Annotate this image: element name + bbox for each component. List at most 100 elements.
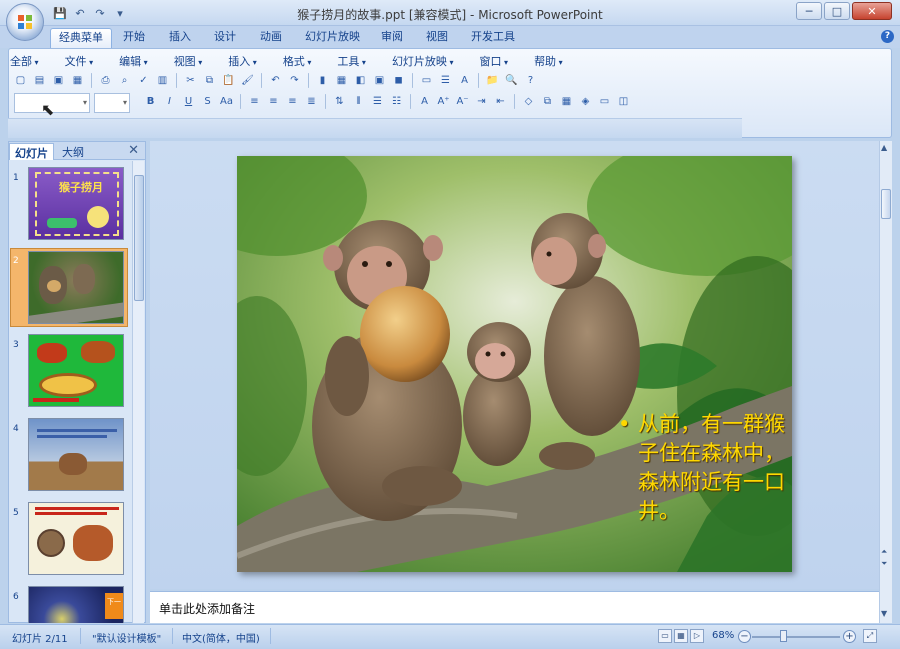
slideshow-view-icon[interactable]: ▷	[690, 629, 704, 643]
quick-styles-icon[interactable]: ▦	[558, 93, 575, 110]
slide-thumbnail-6[interactable]: 下一	[28, 586, 124, 623]
slide-sorter-icon[interactable]: ▦	[674, 629, 688, 643]
undo-icon[interactable]: ↶	[267, 72, 284, 89]
menu-format[interactable]: 格式	[283, 53, 312, 69]
pane-scrollbar[interactable]	[132, 161, 144, 623]
slide-thumbnail-4[interactable]	[28, 418, 124, 491]
cut-icon[interactable]: ✂	[182, 72, 199, 89]
menu-view[interactable]: 视图	[174, 53, 203, 69]
theme-name[interactable]: "默认设计模板"	[92, 630, 161, 645]
outdent-icon[interactable]: ⇤	[492, 93, 509, 110]
language-indicator[interactable]: 中文(简体，中国)	[182, 630, 260, 645]
picture-icon[interactable]: ▣	[371, 72, 388, 89]
normal-view-icon[interactable]: ▭	[658, 629, 672, 643]
bullets-icon[interactable]: ☰	[369, 93, 386, 110]
slide-thumbnail-2[interactable]	[28, 251, 124, 324]
increase-font-icon[interactable]: A⁺	[435, 93, 452, 110]
slide-bullet-text[interactable]: • 从前，有一群猴子住在森林中，森林附近有一口井。	[618, 410, 790, 526]
align-right-icon[interactable]: ≡	[284, 93, 301, 110]
permission-icon[interactable]: ▦	[69, 72, 86, 89]
layout-icon[interactable]: ☰	[437, 72, 454, 89]
pane-close-icon[interactable]: ✕	[128, 143, 139, 158]
tab-slideshow[interactable]: 幻灯片放映	[297, 28, 368, 48]
menu-help[interactable]: 帮助	[534, 53, 563, 69]
format-painter-icon[interactable]: 🖌	[239, 72, 256, 89]
slide-thumbnail-5[interactable]	[28, 502, 124, 575]
save-icon[interactable]: ▣	[50, 72, 67, 89]
columns-icon[interactable]: ⫴	[350, 93, 367, 110]
zoom-slider[interactable]	[752, 636, 840, 638]
zoom-icon[interactable]: 🔍	[503, 72, 520, 89]
tab-view[interactable]: 视图	[418, 28, 456, 48]
chart-icon[interactable]: ▮	[314, 72, 331, 89]
new-slide-icon[interactable]: ▭	[418, 72, 435, 89]
next-slide-icon[interactable]: ⏷	[881, 559, 887, 569]
italic-icon[interactable]: I	[161, 93, 178, 110]
slide-vertical-scrollbar[interactable]: ▲ ⏶ ⏷ ▼	[879, 141, 892, 623]
menu-file[interactable]: 文件	[65, 53, 94, 69]
text-direction-icon[interactable]: ⇅	[331, 93, 348, 110]
tab-design[interactable]: 设计	[206, 28, 244, 48]
menu-edit[interactable]: 编辑	[119, 53, 148, 69]
font-color-box-icon[interactable]: A	[456, 72, 473, 89]
decrease-font-icon[interactable]: A⁻	[454, 93, 471, 110]
arrange-icon[interactable]: ⧉	[539, 93, 556, 110]
shape-outline-icon[interactable]: ▭	[596, 93, 613, 110]
menu-tools[interactable]: 工具	[337, 53, 366, 69]
print-icon[interactable]: ⎙	[97, 72, 114, 89]
strikethrough-icon[interactable]: S	[199, 93, 216, 110]
help-circle-icon[interactable]: ?	[522, 72, 539, 89]
menu-all[interactable]: 全部	[10, 53, 39, 69]
redo-icon[interactable]: ↷	[286, 72, 303, 89]
shapes-icon[interactable]: ◇	[520, 93, 537, 110]
scroll-down-icon[interactable]: ▼	[881, 609, 887, 618]
research-icon[interactable]: ▥	[154, 72, 171, 89]
shape-fill-icon[interactable]: ◈	[577, 93, 594, 110]
zoom-slider-knob[interactable]	[780, 630, 787, 642]
indent-icon[interactable]: ⇥	[473, 93, 490, 110]
copy-icon[interactable]: ⧉	[201, 72, 218, 89]
tab-slides[interactable]: 幻灯片	[9, 143, 54, 160]
close-button[interactable]: ✕	[852, 2, 892, 20]
spelling-icon[interactable]: ✓	[135, 72, 152, 89]
tab-insert[interactable]: 插入	[161, 28, 199, 48]
scroll-up-icon[interactable]: ▲	[881, 143, 887, 152]
tab-outline[interactable]: 大纲	[57, 143, 89, 160]
slide-thumbnail-1[interactable]: 猴子捞月	[28, 167, 124, 240]
new-icon[interactable]: ▢	[12, 72, 29, 89]
insert-chart-icon[interactable]: ◧	[352, 72, 369, 89]
justify-icon[interactable]: ≣	[303, 93, 320, 110]
underline-icon[interactable]: U	[180, 93, 197, 110]
previous-slide-icon[interactable]: ⏶	[881, 547, 887, 557]
font-size-aa-icon[interactable]: Aa	[218, 93, 235, 110]
align-left-icon[interactable]: ≡	[246, 93, 263, 110]
fit-to-window-icon[interactable]: ⤢	[863, 629, 877, 643]
open-folder-icon[interactable]: ▤	[31, 72, 48, 89]
zoom-level[interactable]: 68%	[712, 630, 734, 641]
color-grayscale-icon[interactable]: ◼	[390, 72, 407, 89]
numbering-icon[interactable]: ☷	[388, 93, 405, 110]
font-color-icon[interactable]: A	[416, 93, 433, 110]
slide-thumbnail-3[interactable]	[28, 334, 124, 407]
help-icon[interactable]: ?	[881, 30, 894, 43]
zoom-in-icon[interactable]: +	[843, 630, 856, 643]
menu-slideshow[interactable]: 幻灯片放映	[392, 53, 454, 69]
align-center-icon[interactable]: ≡	[265, 93, 282, 110]
bold-icon[interactable]: B	[142, 93, 159, 110]
zoom-out-icon[interactable]: −	[738, 630, 751, 643]
tab-developer[interactable]: 开发工具	[463, 28, 523, 48]
tab-classic-menu[interactable]: 经典菜单	[50, 28, 112, 48]
paste-icon[interactable]: 📋	[220, 72, 237, 89]
maximize-button[interactable]: □	[824, 2, 850, 20]
menu-window[interactable]: 窗口	[480, 53, 509, 69]
tab-home[interactable]: 开始	[115, 28, 153, 48]
notes-pane[interactable]: 单击此处添加备注	[150, 591, 879, 623]
menu-insert[interactable]: 插入	[228, 53, 257, 69]
font-size-combobox[interactable]: ▾	[94, 93, 130, 113]
scrollbar-thumb[interactable]	[881, 189, 891, 219]
table-icon[interactable]: ▦	[333, 72, 350, 89]
office-button[interactable]	[6, 3, 44, 41]
print-preview-icon[interactable]: ⌕	[116, 72, 133, 89]
tab-review[interactable]: 审阅	[373, 28, 411, 48]
minimize-button[interactable]: ─	[796, 2, 822, 20]
